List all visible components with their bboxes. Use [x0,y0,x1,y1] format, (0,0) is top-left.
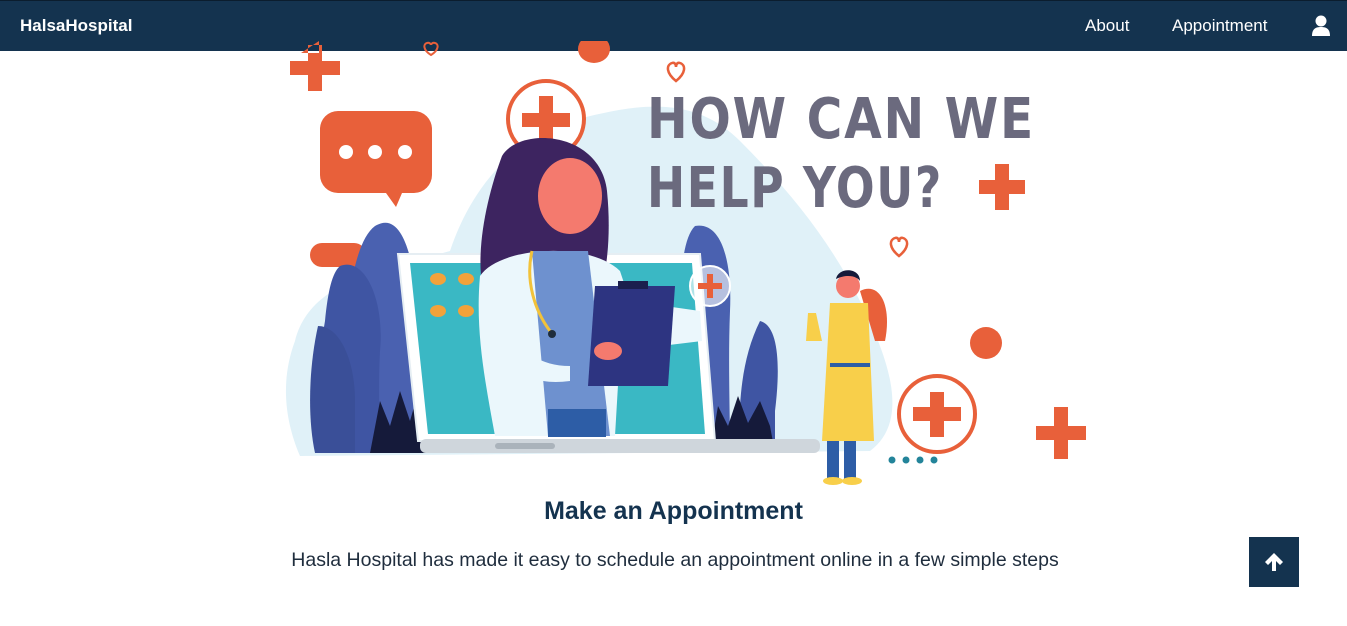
brand-logo[interactable]: HalsaHospital [20,16,132,36]
section-heading: Make an Appointment [544,497,803,525]
user-icon[interactable] [1311,15,1331,37]
heart-icon [423,41,439,57]
cross-icon [290,41,340,91]
nav-link-about[interactable]: About [1085,16,1129,36]
section-description: Hasla Hospital has made it easy to sched… [291,549,1059,571]
hero-illustration: HOW CAN WE HELP YOU? [270,35,1100,486]
heart-icon [666,61,686,83]
cross-icon [1036,407,1086,459]
hero-headline-line2: HELP YOU? [647,156,943,221]
chat-bubble-icon [320,111,432,207]
patient-coat [822,303,874,441]
orange-dot [970,327,1002,359]
hero-headline-line1: HOW CAN WE [647,87,1035,152]
clipboard [588,286,675,386]
doctor-face [538,158,602,234]
cross-icon [979,164,1025,210]
nav-link-appointment[interactable]: Appointment [1172,16,1267,36]
scroll-to-top-button[interactable] [1249,537,1299,587]
arrow-up-icon [1265,553,1283,571]
heart-icon [889,236,909,258]
